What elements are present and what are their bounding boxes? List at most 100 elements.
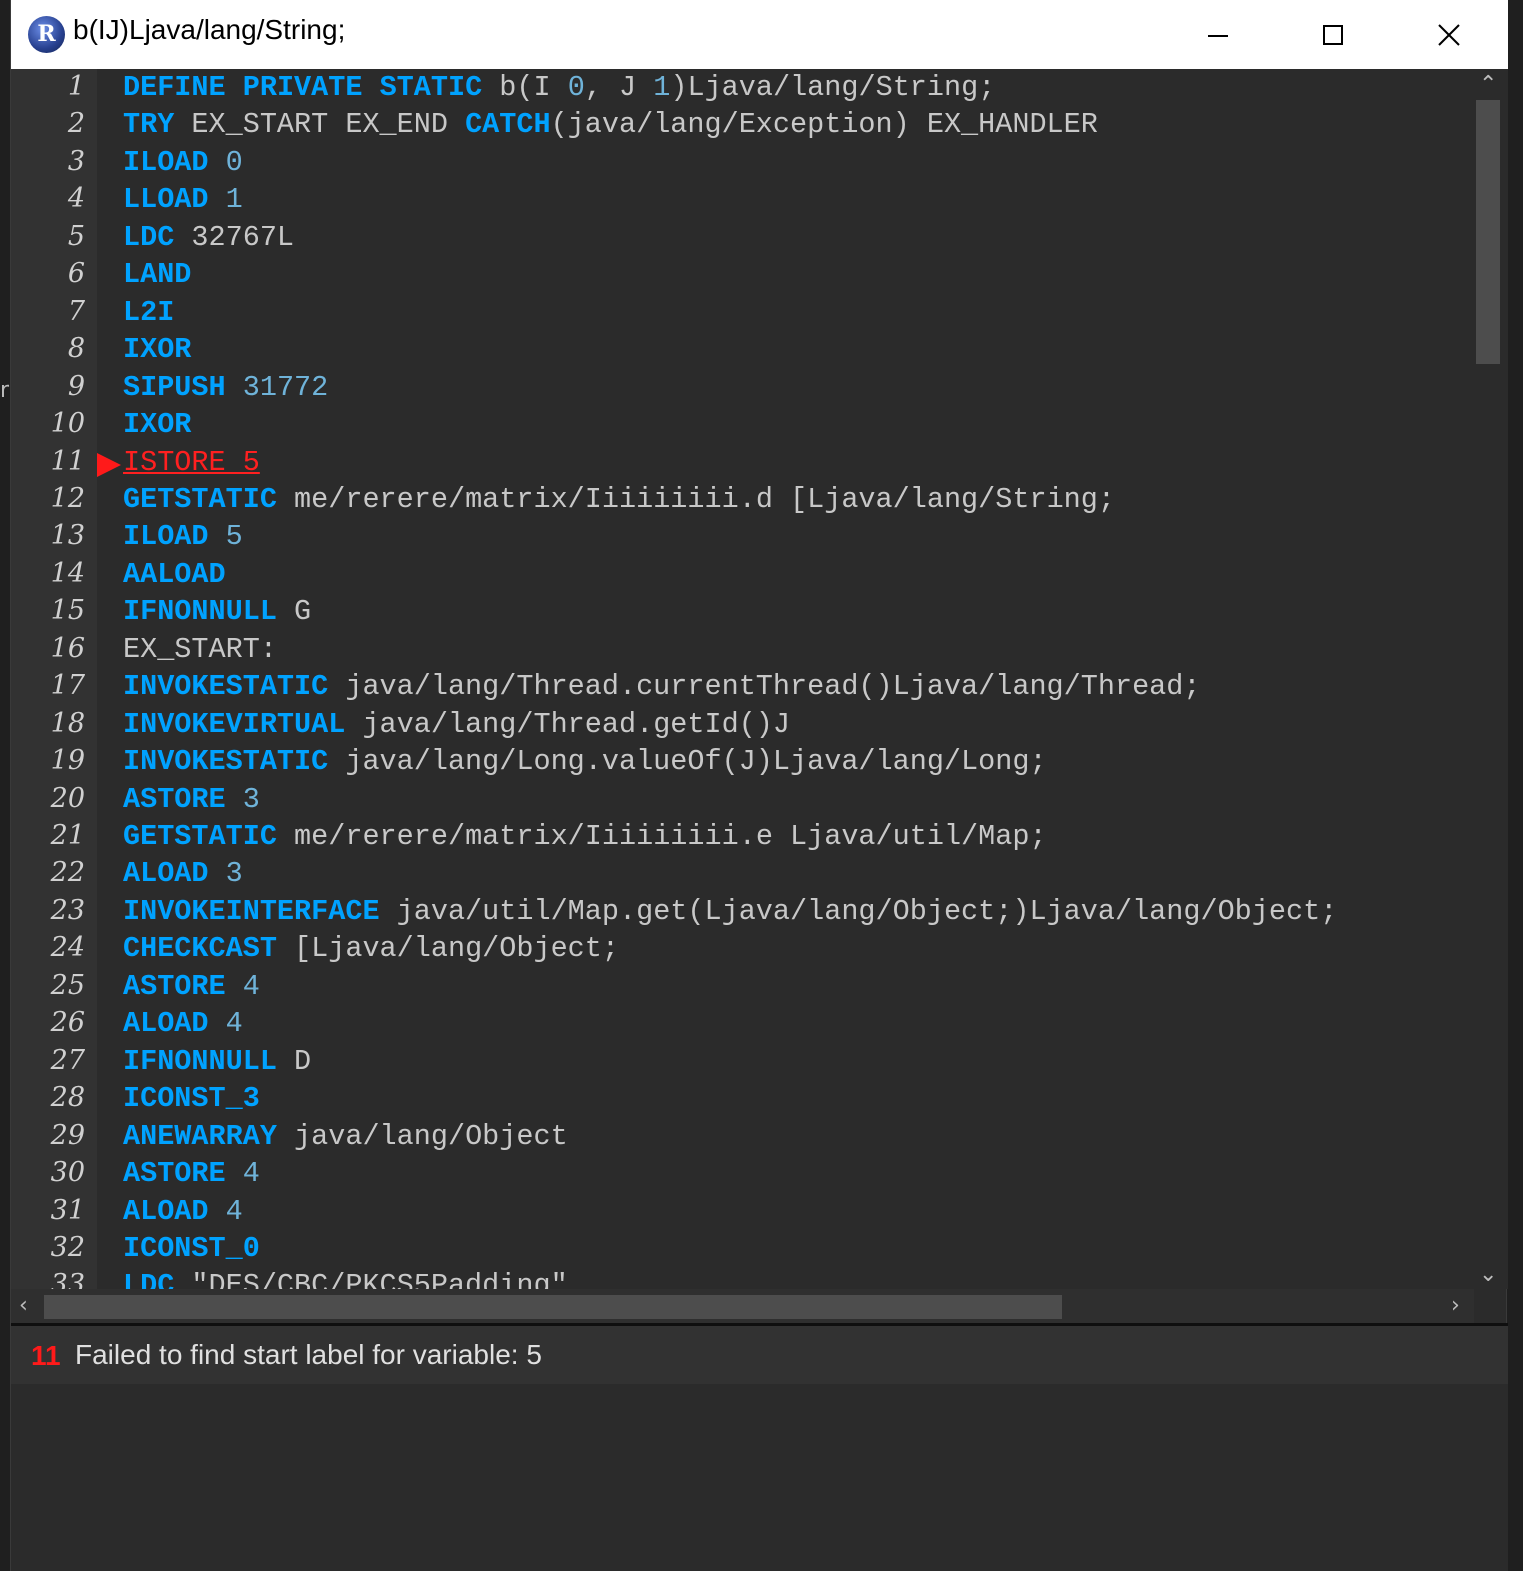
code-operand — [209, 183, 226, 216]
code-operand: me/rerere/matrix/Iiiiiiiii.d [Ljava/lang… — [276, 482, 1115, 516]
error-panel: 11 Failed to find start label for variab… — [11, 1326, 1508, 1571]
code-line[interactable]: INVOKEVIRTUAL java/lang/Thread.getId()J — [123, 708, 790, 741]
code-operand: [Ljava/lang/Object; — [276, 932, 619, 966]
line-number: 3 — [67, 145, 85, 177]
instruction-keyword: LLOAD — [123, 183, 209, 217]
numeric-operand: 1 — [225, 183, 243, 217]
code-line[interactable]: TRY EX_START EX_END CATCH(java/lang/Exce… — [123, 108, 1098, 141]
maximize-button[interactable] — [1283, 0, 1383, 69]
code-operand — [362, 71, 379, 104]
scroll-down-arrow-icon[interactable]: ⌄ — [1479, 1262, 1497, 1287]
code-line[interactable]: GETSTATIC me/rerere/matrix/Iiiiiiiii.e L… — [123, 820, 1047, 853]
instruction-keyword: IXOR — [123, 333, 192, 367]
numeric-operand: 4 — [242, 1157, 260, 1191]
code-line[interactable]: ISTORE 5 — [123, 446, 260, 479]
code-line[interactable]: L2I — [123, 296, 174, 329]
code-line[interactable]: SIPUSH 31772 — [123, 371, 328, 404]
code-line[interactable]: LAND — [123, 258, 191, 291]
scroll-left-arrow-icon[interactable]: ‹ — [19, 1293, 28, 1318]
code-line[interactable]: EX_START: — [123, 633, 277, 666]
instruction-keyword: ALOAD — [123, 857, 209, 891]
code-line[interactable]: INVOKESTATIC java/lang/Thread.currentThr… — [123, 670, 1200, 703]
code-line[interactable]: LLOAD 1 — [123, 183, 243, 216]
line-number: 4 — [67, 183, 85, 215]
code-line[interactable]: INVOKEINTERFACE java/util/Map.get(Ljava/… — [123, 895, 1337, 928]
code-line[interactable]: CHECKCAST [Ljava/lang/Object; — [123, 932, 619, 965]
error-item[interactable]: 11 Failed to find start label for variab… — [11, 1326, 1508, 1384]
code-operand — [209, 520, 226, 553]
code-line[interactable]: ILOAD 5 — [123, 520, 243, 553]
code-line[interactable]: INVOKESTATIC java/lang/Long.valueOf(J)Lj… — [123, 745, 1047, 778]
instruction-keyword: LAND — [123, 258, 192, 292]
code-line[interactable]: ALOAD 3 — [123, 857, 243, 890]
instruction-keyword: IFNONNULL — [123, 595, 277, 629]
line-number: 28 — [50, 1082, 85, 1114]
instruction-keyword: STATIC — [379, 71, 483, 104]
code-line[interactable]: IXOR — [123, 333, 191, 366]
instruction-keyword: CHECKCAST — [123, 932, 277, 966]
instruction-keyword: SIPUSH — [123, 370, 226, 404]
code-operand: java/lang/Long.valueOf(J)Ljava/lang/Long… — [328, 745, 1047, 779]
instruction-keyword: PRIVATE — [242, 71, 363, 104]
minimize-button[interactable] — [1168, 0, 1268, 69]
code-operand: , J — [584, 71, 654, 104]
line-number: 8 — [67, 333, 85, 365]
code-operand — [226, 71, 243, 104]
line-number: 21 — [50, 820, 85, 851]
code-editor[interactable]: 1 2 3 4 5 6 7 8 9 10 11 12 13 14 15 16 17 18 19 20 21 22 23 24 2… — [11, 69, 1474, 1289]
code-operand — [226, 1157, 243, 1190]
code-line[interactable]: ASTORE 3 — [123, 783, 260, 816]
numeric-operand: 3 — [242, 782, 260, 816]
instruction-keyword: ILOAD — [123, 520, 209, 554]
minimize-icon — [1208, 34, 1228, 37]
code-operand: java/lang/Object — [276, 1119, 568, 1153]
maximize-icon — [1323, 24, 1343, 45]
code-line[interactable]: GETSTATIC me/rerere/matrix/Iiiiiiiii.d [… — [123, 483, 1115, 516]
code-line[interactable]: LDC "DES/CBC/PKCS5Padding" — [123, 1269, 568, 1289]
scroll-up-arrow-icon[interactable]: ⌃ — [1479, 72, 1497, 97]
code-line[interactable]: ASTORE 4 — [123, 970, 260, 1003]
scroll-right-arrow-icon[interactable]: › — [1451, 1293, 1460, 1318]
code-line[interactable]: DEFINE PRIVATE STATIC b(I 0, J 1)Ljava/l… — [123, 71, 995, 104]
code-line[interactable]: ANEWARRAY java/lang/Object — [123, 1120, 568, 1153]
instruction-keyword: INVOKESTATIC — [123, 670, 329, 704]
line-number: 33 — [50, 1269, 85, 1289]
instruction-keyword: ASTORE — [123, 969, 226, 1003]
line-number: 5 — [67, 220, 85, 252]
close-button[interactable] — [1399, 0, 1499, 69]
code-line[interactable]: ICONST_3 — [123, 1082, 260, 1115]
code-line[interactable]: ILOAD 0 — [123, 146, 243, 179]
line-number: 11 — [50, 445, 85, 477]
background-app-edge-left — [0, 0, 10, 1571]
code-line[interactable]: ASTORE 4 — [123, 1157, 260, 1190]
code-operand: me/rerere/matrix/Iiiiiiiii.e Ljava/util/… — [276, 820, 1047, 853]
horizontal-scrollbar-thumb[interactable] — [44, 1295, 1062, 1319]
code-line[interactable]: IFNONNULL D — [123, 1045, 311, 1078]
code-operand: D — [276, 1044, 312, 1078]
line-number: 30 — [50, 1157, 85, 1189]
instruction-keyword: L2I — [123, 295, 175, 329]
instruction-keyword: IFNONNULL — [123, 1044, 277, 1078]
code-operand: java/lang/Thread.currentThread()Ljava/la… — [328, 670, 1201, 704]
code-line[interactable]: IFNONNULL G — [123, 595, 311, 628]
instruction-keyword: ILOAD — [123, 145, 209, 179]
code-line[interactable]: IXOR — [123, 408, 191, 441]
instruction-keyword: CATCH — [465, 108, 551, 142]
line-number-gutter: 1 2 3 4 5 6 7 8 9 10 11 12 13 14 15 16 17 18 19 20 21 22 23 24 2… — [11, 69, 97, 1289]
code-operand — [226, 371, 243, 404]
instruction-keyword: GETSTATIC — [123, 482, 277, 516]
code-line[interactable]: LDC 32767L — [123, 221, 294, 254]
error-marker-icon — [97, 452, 121, 477]
code-line[interactable]: AALOAD — [123, 558, 226, 591]
window-title: b(IJ)Ljava/lang/String; — [73, 14, 346, 45]
instruction-keyword: LDC — [123, 1269, 175, 1289]
code-line[interactable]: ICONST_0 — [123, 1232, 260, 1265]
code-operand: java/lang/Thread.getId()J — [345, 707, 791, 741]
title-bar[interactable]: R b(IJ)Ljava/lang/String; — [11, 0, 1508, 69]
code-operand — [209, 857, 226, 890]
code-line[interactable]: ALOAD 4 — [123, 1195, 243, 1228]
background-partial-text: r — [0, 378, 10, 403]
vertical-scrollbar-thumb[interactable] — [1476, 100, 1500, 364]
code-line[interactable]: ALOAD 4 — [123, 1007, 243, 1040]
line-number: 27 — [50, 1044, 85, 1076]
